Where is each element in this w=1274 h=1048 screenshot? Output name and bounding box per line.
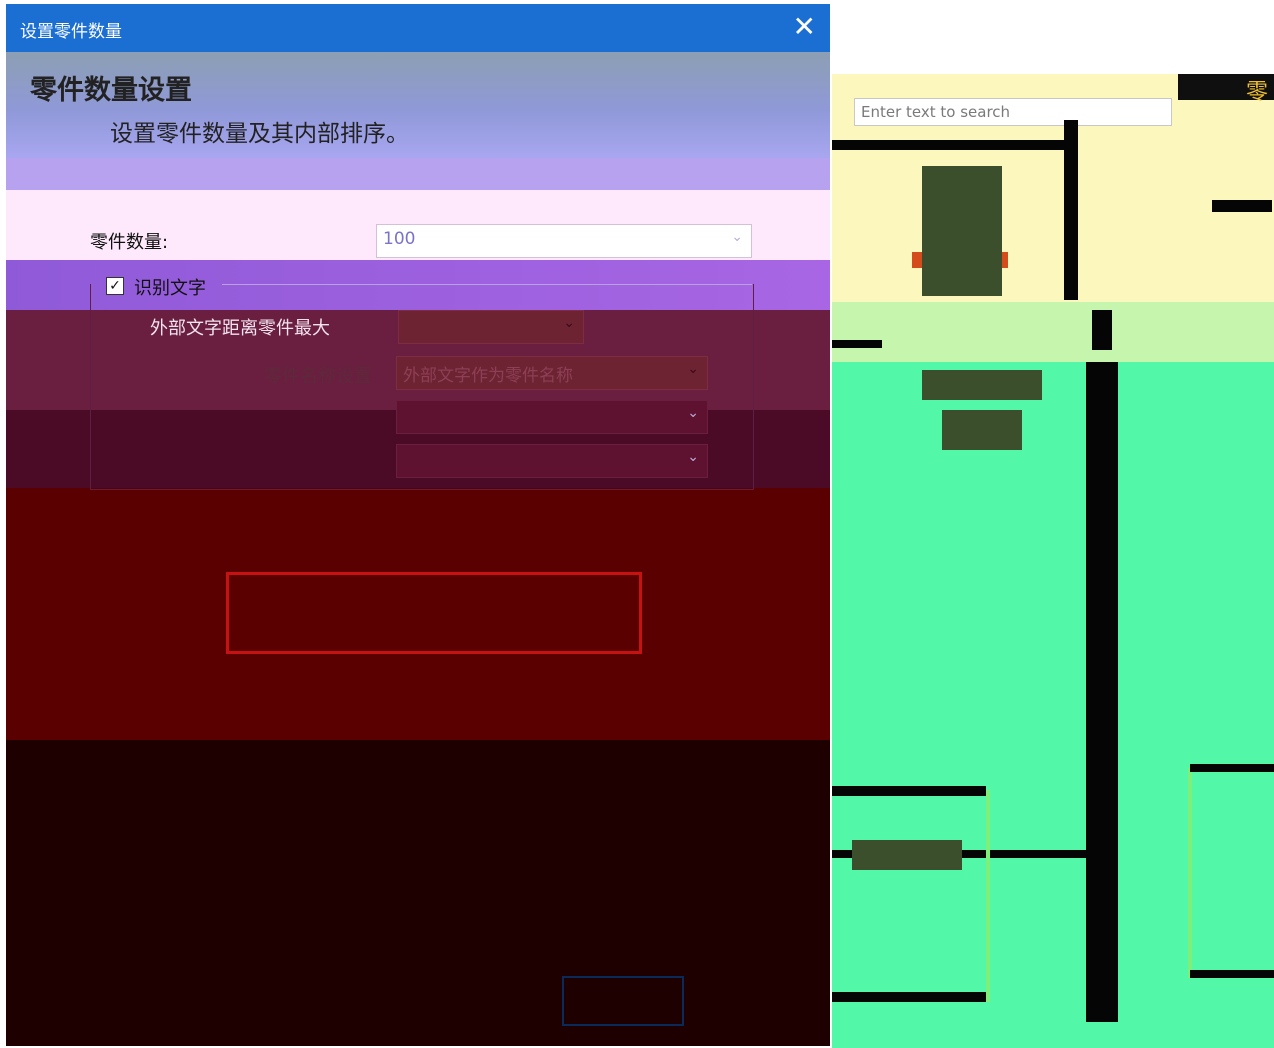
panel-texture-block — [942, 410, 1022, 450]
chevron-down-icon: ⌄ — [731, 229, 743, 245]
chevron-down-icon: ⌄ — [563, 315, 575, 331]
recognize-text-label: 识别文字 — [134, 278, 206, 299]
part-name-setting-value: 外部文字作为零件名称 — [403, 366, 573, 386]
part-preview-box — [226, 572, 642, 654]
outer-text-distance-label: 外部文字距离零件最大 — [150, 318, 330, 339]
part-name-setting-combo[interactable]: 外部文字作为零件名称 ⌄ — [396, 356, 708, 390]
panel-bar — [832, 786, 986, 796]
panel-bar — [1212, 200, 1272, 212]
recognize-text-checkbox[interactable]: ✓ — [106, 277, 124, 295]
part-count-label: 零件数量: — [90, 232, 169, 253]
panel-bar — [1092, 310, 1112, 350]
footer-area — [6, 740, 830, 1046]
dialog-header: 零件数量设置 设置零件数量及其内部排序。 — [6, 52, 830, 158]
ok-button[interactable] — [562, 976, 684, 1026]
panel-texture-block — [922, 166, 1002, 296]
chevron-down-icon: ⌄ — [687, 405, 699, 421]
outer-text-distance-combo[interactable]: ⌄ — [398, 310, 584, 344]
cancel-button[interactable] — [742, 990, 802, 1014]
header-divider-band — [6, 158, 830, 190]
panel-bar — [1190, 970, 1274, 978]
dialog-titlebar: 设置零件数量 ✕ — [6, 4, 830, 52]
panel-texture-block — [852, 840, 962, 870]
panel-bar — [1190, 764, 1274, 772]
panel-light-green-region — [832, 302, 1274, 362]
search-input[interactable]: Enter text to search — [854, 98, 1172, 126]
panel-lime-line — [986, 790, 990, 1002]
part-count-value: 100 — [383, 229, 416, 249]
dialog-title: 设置零件数量 — [20, 22, 122, 42]
panel-bar — [832, 992, 986, 1002]
panel-lime-line — [1188, 768, 1192, 978]
part-count-combo[interactable]: 100 ⌄ — [376, 224, 752, 258]
panel-top-strip — [832, 0, 1274, 74]
panel-texture-block — [922, 370, 1042, 400]
chevron-down-icon: ⌄ — [687, 361, 699, 377]
background-editor-panel: 零 Enter text to search — [832, 0, 1274, 1048]
chevron-down-icon: ⌄ — [687, 449, 699, 465]
panel-vertical-column — [1086, 362, 1118, 1022]
panel-green-region — [832, 362, 1274, 1048]
panel-bar — [832, 340, 882, 348]
panel-bar — [1064, 120, 1078, 300]
inner-text-setting-combo[interactable]: ⌄ — [396, 400, 708, 434]
unrecognized-text-setting-combo[interactable]: ⌄ — [396, 444, 708, 478]
part-name-setting-label: 零件名称设置 — [264, 366, 372, 387]
group-top-border — [222, 284, 752, 285]
page-title: 零件数量设置 — [30, 75, 192, 106]
panel-tab[interactable]: 零 — [1178, 74, 1274, 105]
page-subtitle: 设置零件数量及其内部排序。 — [110, 121, 409, 147]
close-icon[interactable]: ✕ — [793, 10, 816, 44]
panel-bar — [832, 140, 1072, 150]
set-part-count-dialog: 设置零件数量 ✕ 零件数量设置 设置零件数量及其内部排序。 零件数量: 100 … — [6, 4, 830, 1046]
